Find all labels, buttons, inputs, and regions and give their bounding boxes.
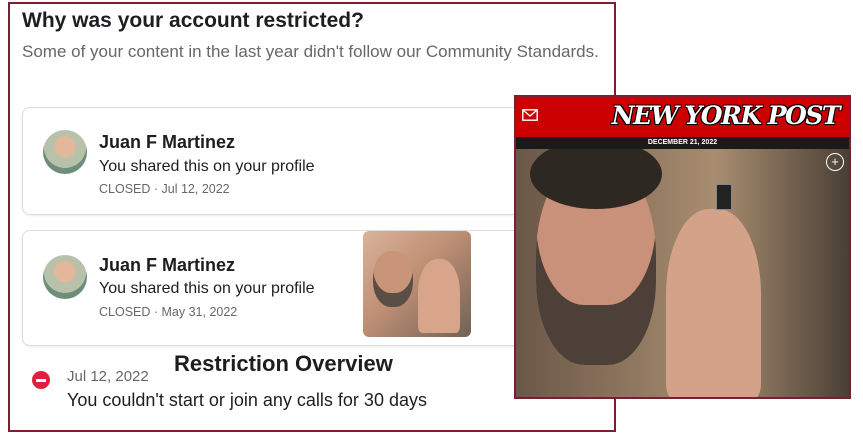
- post-meta: CLOSED · May 31, 2022: [99, 305, 238, 319]
- author-name[interactable]: Juan F Martinez: [99, 132, 235, 153]
- newspaper-header: NEW YORK POST: [516, 97, 849, 137]
- restriction-icon: [32, 371, 50, 389]
- post-thumbnail[interactable]: [363, 231, 471, 337]
- post-date: May 31, 2022: [161, 305, 238, 319]
- plus-icon[interactable]: +: [826, 153, 844, 171]
- restriction-date: Jul 12, 2022: [67, 368, 149, 385]
- thumbnail-figure: [418, 259, 460, 333]
- violation-card[interactable]: Juan F Martinez You shared this on your …: [22, 230, 524, 346]
- status-label: CLOSED: [99, 305, 151, 319]
- mail-icon[interactable]: [522, 109, 538, 121]
- post-date: Jul 12, 2022: [161, 182, 230, 196]
- newspaper-screenshot: NEW YORK POST DECEMBER 21, 2022 +: [514, 95, 851, 399]
- overview-title: Restriction Overview: [174, 351, 393, 376]
- post-description: You shared this on your profile: [99, 158, 315, 175]
- panel-subtext: Some of your content in the last year di…: [22, 42, 599, 61]
- post-meta: CLOSED · Jul 12, 2022: [99, 182, 230, 196]
- violation-card[interactable]: Juan F Martinez You shared this on your …: [22, 107, 524, 215]
- restriction-text: You couldn't start or join any calls for…: [67, 390, 427, 410]
- avatar: [43, 130, 87, 174]
- avatar: [43, 255, 87, 299]
- newspaper-photo: +: [516, 149, 849, 397]
- panel-heading: Why was your account restricted?: [22, 9, 364, 32]
- newspaper-logo: NEW YORK POST: [611, 101, 841, 130]
- author-name[interactable]: Juan F Martinez: [99, 255, 235, 276]
- thumbnail-face: [373, 251, 413, 307]
- photo-phone: [716, 184, 732, 210]
- photo-figure: [666, 209, 761, 397]
- newspaper-date: DECEMBER 21, 2022: [647, 139, 718, 146]
- post-description: You shared this on your profile: [99, 280, 315, 297]
- status-label: CLOSED: [99, 182, 151, 196]
